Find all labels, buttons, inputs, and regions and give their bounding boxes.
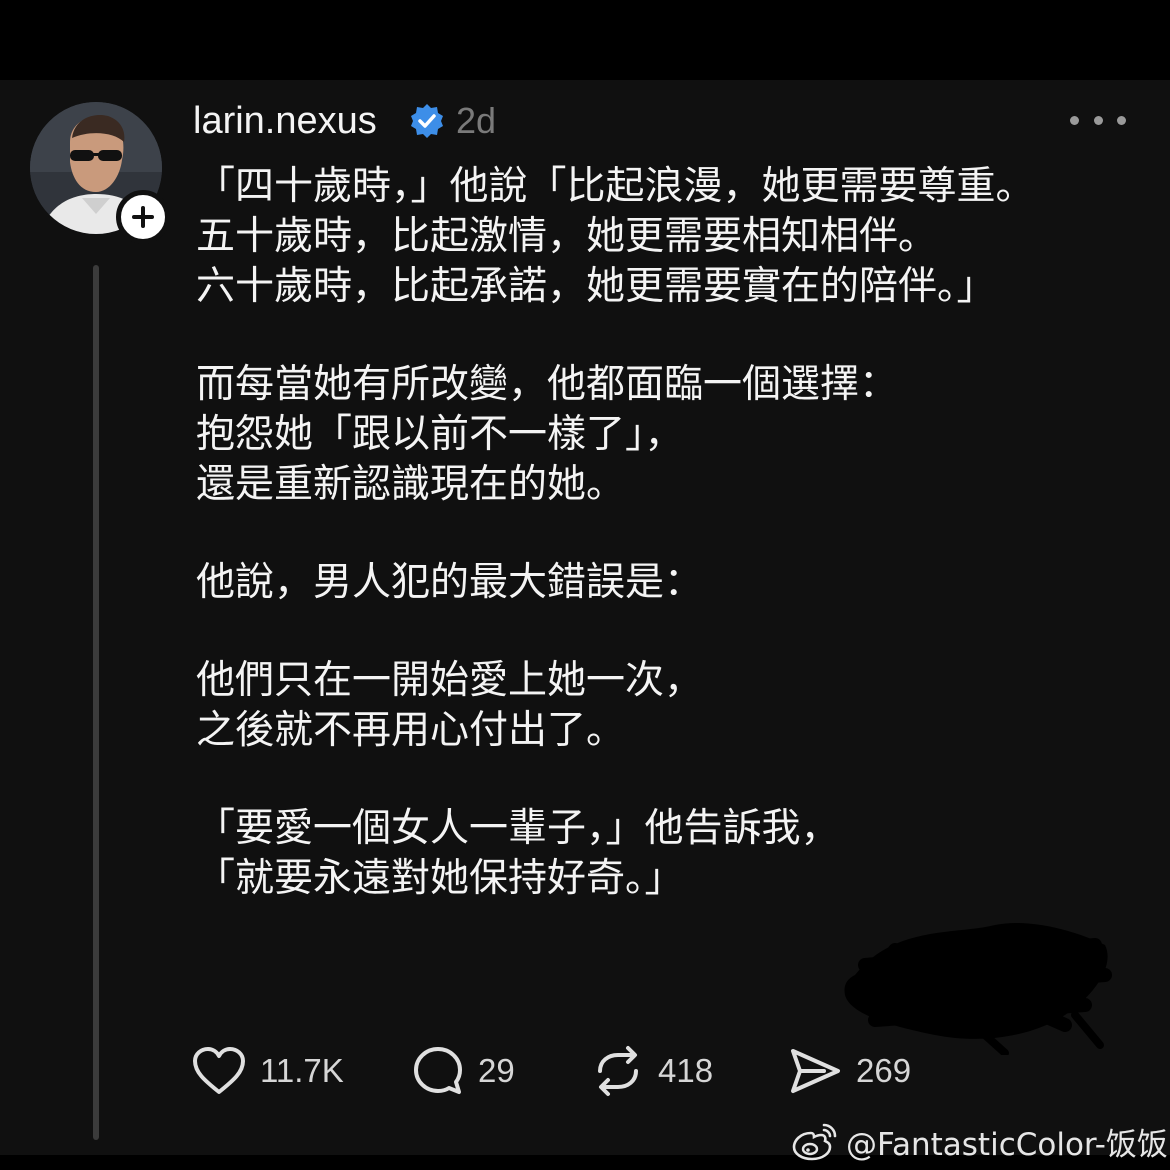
screenshot: larin.nexus 2d 「四十歲時，」他說「比起浪漫，她更需要尊重。 五十… (0, 0, 1170, 1170)
verified-badge-icon (411, 104, 443, 138)
like-button[interactable]: 11.7K (192, 1045, 344, 1097)
reply-count: 29 (478, 1052, 515, 1089)
share-button[interactable]: 269 (788, 1045, 911, 1097)
post-line: 抱怨她「跟以前不一樣了」， (196, 412, 684, 457)
thread-line (93, 265, 99, 1140)
redaction-scribble (844, 923, 1112, 1055)
send-icon (791, 1049, 840, 1093)
post-line: 「要愛一個女人一輩子，」他告訴我， (196, 806, 840, 851)
watermark-text: @FantasticColor-饭饭 (846, 1126, 1168, 1163)
post-line: 五十歲時，比起激情，她更需要相知相伴。 (196, 214, 938, 259)
repost-icon (598, 1046, 638, 1096)
post-body: 「四十歲時，」他說「比起浪漫，她更需要尊重。 五十歲時，比起激情，她更需要相知相… (196, 162, 1156, 904)
reply-button[interactable]: 29 (412, 1045, 515, 1097)
repost-count: 418 (658, 1052, 714, 1089)
share-count: 269 (856, 1052, 912, 1089)
follow-button[interactable] (116, 190, 170, 244)
repost-button[interactable]: 418 (592, 1045, 713, 1097)
comment-icon (414, 1047, 462, 1094)
post-line: 而每當她有所改變，他都面臨一個選擇： (196, 362, 899, 407)
post-line: 還是重新認識現在的她。 (196, 462, 626, 507)
post-line-blank (196, 312, 1156, 360)
username-link[interactable]: larin.nexus (193, 98, 377, 144)
like-count: 11.7K (260, 1052, 344, 1089)
heart-icon (193, 1047, 245, 1094)
more-options-icon[interactable] (1070, 108, 1126, 132)
post-line-blank (196, 756, 1156, 804)
top-bar (0, 0, 1170, 80)
post-line: 之後就不再用心付出了。 (196, 708, 626, 753)
post-line: 「就要永遠對她保持好奇。」 (196, 856, 684, 901)
plus-icon (132, 206, 154, 228)
post-line: 六十歲時，比起承諾，她更需要實在的陪伴。」 (196, 264, 996, 309)
post-timestamp: 2d (456, 100, 497, 141)
post-line-blank (196, 510, 1156, 558)
weibo-icon (792, 1123, 837, 1161)
watermark: @FantasticColor-饭饭 (792, 1118, 1168, 1164)
post-line-blank (196, 608, 1156, 656)
post-line: 「四十歲時，」他說「比起浪漫，她更需要尊重。 (196, 164, 1035, 209)
post-line: 他們只在一開始愛上她一次， (196, 658, 704, 703)
post-line: 他說，男人犯的最大錯誤是： (196, 560, 704, 605)
